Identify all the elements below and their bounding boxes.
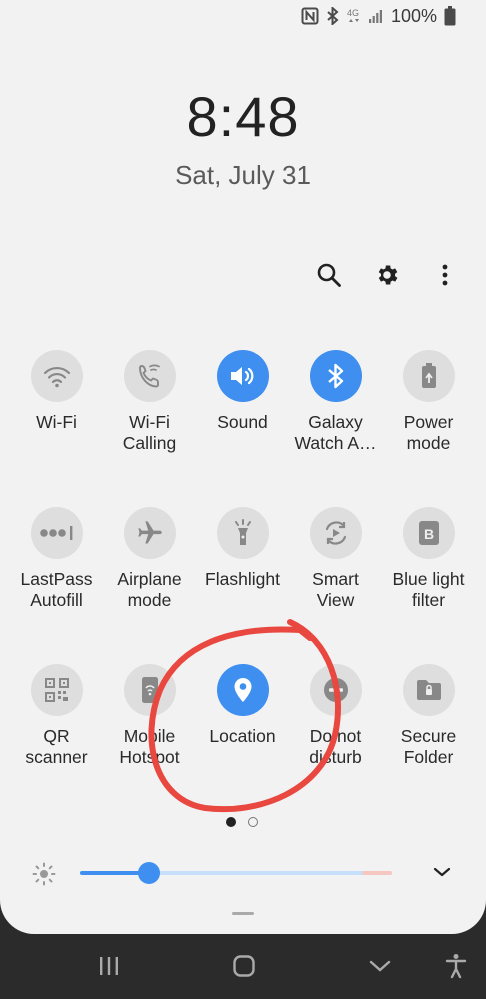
home-icon [232, 954, 256, 983]
tile-bluetooth[interactable]: Galaxy Watch A… [289, 350, 382, 454]
search-icon [316, 262, 342, 293]
battery-saver-icon [402, 350, 455, 402]
brightness-slider[interactable] [80, 871, 392, 875]
back-chevron-icon [368, 958, 392, 979]
battery-icon [444, 6, 456, 26]
tile-sound[interactable]: Sound [196, 350, 289, 433]
nfc-icon [301, 7, 319, 25]
signal-icon [368, 8, 384, 24]
expand-brightness-button[interactable] [430, 862, 454, 886]
page-indicator [226, 817, 258, 827]
hotspot-icon [123, 664, 176, 716]
bluetooth-icon [309, 350, 362, 402]
panel-drag-handle[interactable] [232, 912, 254, 915]
qr-icon [30, 664, 83, 716]
tile-flashlight[interactable]: Flashlight [196, 507, 289, 590]
tile-blue-light-filter[interactable]: B Blue light filter [382, 507, 475, 611]
settings-icon [374, 262, 400, 293]
recent-apps-icon [97, 956, 121, 981]
accessibility-icon [444, 953, 468, 984]
tile-label: Smart View [312, 569, 359, 610]
page-dot-1[interactable] [226, 817, 236, 827]
tile-airplane-mode[interactable]: Airplane mode [103, 507, 196, 611]
tile-label: Power mode [403, 412, 454, 453]
secure-folder-icon [402, 664, 455, 716]
tile-label: QR scanner [25, 726, 88, 767]
panel-toolbar [314, 262, 460, 292]
recent-apps-button[interactable] [93, 952, 125, 984]
settings-button[interactable] [372, 262, 402, 292]
tile-label: Mobile Hotspot [119, 726, 180, 767]
lastpass-icon [30, 507, 83, 559]
tile-lastpass-autofill[interactable]: LastPass Autofill [10, 507, 103, 611]
tile-label: Wi-Fi [36, 412, 77, 432]
do-not-disturb-icon [309, 664, 362, 716]
smart-view-icon [309, 507, 362, 559]
battery-percentage: 100% [390, 5, 437, 26]
more-icon [441, 263, 449, 292]
svg-text:4G: 4G [347, 8, 359, 18]
accessibility-button[interactable] [440, 952, 472, 984]
wifi-calling-icon [123, 350, 176, 402]
brightness-high-zone [362, 871, 392, 875]
back-button[interactable] [364, 952, 396, 984]
more-options-button[interactable] [430, 262, 460, 292]
tile-label: Wi-Fi Calling [122, 412, 177, 453]
tile-label: Do not disturb [309, 726, 362, 767]
location-pin-icon [216, 664, 269, 716]
home-button[interactable] [228, 952, 260, 984]
speaker-icon [216, 350, 269, 402]
tile-wifi-calling[interactable]: Wi-Fi Calling [103, 350, 196, 454]
tile-wifi[interactable]: Wi-Fi [10, 350, 103, 433]
page-dot-2[interactable] [248, 817, 258, 827]
tile-label: Galaxy Watch A… [294, 412, 377, 453]
navigation-bar [0, 934, 486, 999]
tile-label: Sound [217, 412, 268, 432]
bluetooth-status-icon [326, 7, 340, 25]
tile-do-not-disturb[interactable]: Do not disturb [289, 664, 382, 768]
tile-label: Flashlight [205, 569, 280, 589]
quick-settings-panel: 4G 100% 8:48 Sat, July 31 Wi-Fi Wi-Fi Ca… [0, 0, 486, 934]
wifi-icon [30, 350, 83, 402]
status-bar: 4G 100% [301, 4, 456, 28]
brightness-control [30, 858, 460, 888]
tile-label: Blue light filter [392, 569, 465, 610]
chevron-down-icon [433, 865, 451, 883]
clock-time[interactable]: 8:48 [0, 84, 486, 149]
tile-location[interactable]: Location [196, 664, 289, 747]
flashlight-icon [216, 507, 269, 559]
tile-power-mode[interactable]: Power mode [382, 350, 475, 454]
brightness-icon [32, 862, 56, 891]
mobile-data-icon: 4G [347, 7, 361, 25]
search-button[interactable] [314, 262, 344, 292]
airplane-icon [123, 507, 176, 559]
tile-smart-view[interactable]: Smart View [289, 507, 382, 611]
tile-label: Location [209, 726, 276, 746]
tile-qr-scanner[interactable]: QR scanner [10, 664, 103, 768]
tile-label: LastPass Autofill [20, 569, 93, 610]
tile-label: Airplane mode [117, 569, 182, 610]
svg-text:B: B [424, 526, 434, 542]
blue-light-icon: B [402, 507, 455, 559]
tile-label: Secure Folder [400, 726, 457, 767]
clock-date[interactable]: Sat, July 31 [0, 160, 486, 191]
tile-secure-folder[interactable]: Secure Folder [382, 664, 475, 768]
tile-mobile-hotspot[interactable]: Mobile Hotspot [103, 664, 196, 768]
brightness-slider-thumb[interactable] [137, 862, 160, 884]
